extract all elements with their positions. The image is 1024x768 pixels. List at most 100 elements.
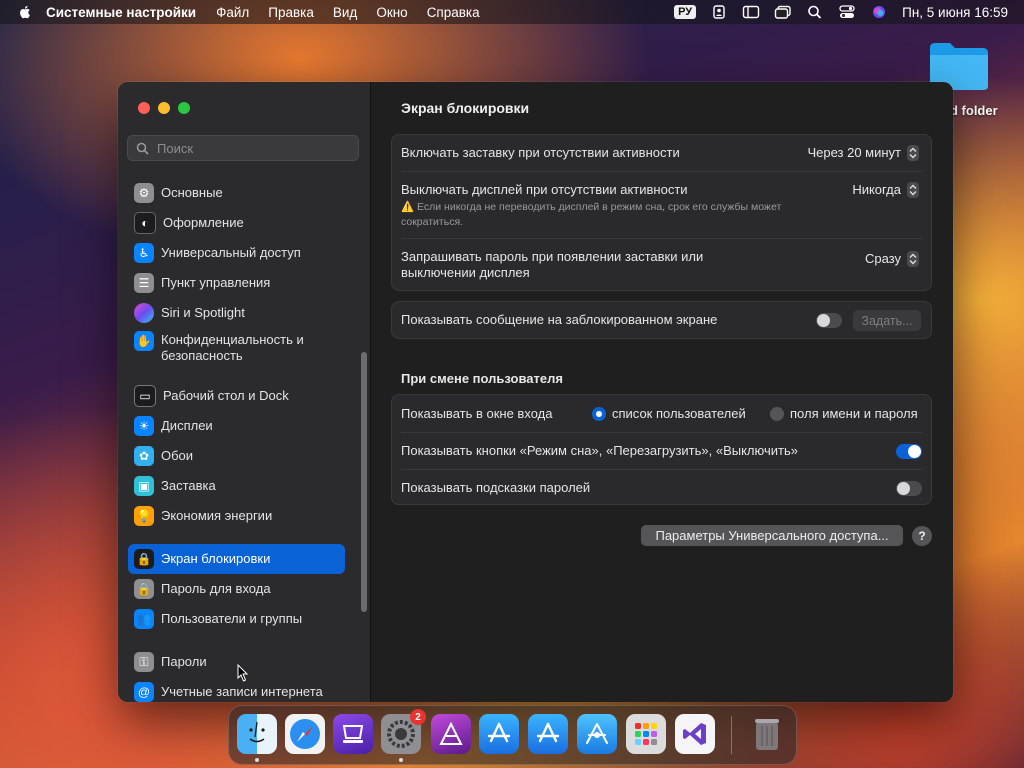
menu-app-name[interactable]: Системные настройки (46, 5, 196, 20)
sidebar-item-users-groups[interactable]: 👥 Пользователи и группы (128, 604, 345, 634)
dock-icon: ▭ (134, 385, 156, 407)
sidebar-item-label: Экран блокировки (161, 551, 271, 566)
sidebar-item-label: Оформление (163, 215, 244, 230)
screensaver-row: Включать заставку при отсутствии активно… (392, 135, 931, 171)
appstore-icon[interactable] (479, 714, 519, 754)
set-message-button[interactable]: Задать... (853, 310, 921, 331)
sidebar-item-label: Основные (161, 185, 223, 200)
sidebar-item-label: Конфиденциальность и безопасность (161, 332, 304, 363)
apple-menu-icon[interactable] (16, 3, 34, 21)
hand-icon: ✋ (134, 331, 154, 351)
sidebar-item-privacy[interactable]: ✋ Конфиденциальность и безопасность (128, 328, 345, 368)
password-hints-toggle[interactable] (896, 481, 922, 496)
password-row: Запрашивать пароль при появлении заставк… (392, 239, 931, 291)
toggle-knob (897, 482, 910, 495)
sidebar-item-label: Обои (161, 448, 194, 463)
settings-icon[interactable]: 2 (381, 709, 426, 754)
wallpaper-icon: ✿ (134, 446, 154, 466)
gear-icon: ⚙ (134, 183, 154, 203)
key-icon: ⚿ (134, 652, 154, 672)
sidebar-item-appearance[interactable]: ◐ Оформление (128, 208, 345, 238)
siri-icon[interactable] (870, 5, 888, 19)
zoom-button[interactable] (178, 102, 190, 114)
sidebar-item-label: Пункт управления (161, 275, 271, 290)
menu-edit[interactable]: Правка (268, 5, 314, 20)
sidebar-item-lock-screen[interactable]: 🔒 Экран блокировки (128, 544, 345, 574)
display-off-warning: ⚠️ Если никогда не переводить дисплей в … (401, 201, 782, 228)
minimize-button[interactable] (158, 102, 170, 114)
sidebar-item-label: Заставка (161, 478, 216, 493)
radio-name-password[interactable]: поля имени и пароля (770, 395, 918, 432)
page-title: Экран блокировки (401, 100, 530, 116)
sidebar-item-wallpaper[interactable]: ✿ Обои (128, 441, 345, 471)
appstore-alt-icon[interactable] (528, 714, 568, 754)
sidebar-toggle-icon[interactable] (742, 5, 760, 19)
sidebar-item-login-password[interactable]: 🔒 Пароль для входа (128, 574, 345, 604)
menubar-clock[interactable]: Пн, 5 июня 16:59 (902, 5, 1008, 20)
sidebar-item-energy[interactable]: 💡 Экономия энергии (128, 501, 345, 531)
sidebar-search[interactable] (127, 135, 359, 161)
dock-separator (731, 716, 732, 754)
menu-window[interactable]: Окно (376, 5, 407, 20)
testflight-icon[interactable] (577, 714, 617, 754)
windows-icon[interactable] (774, 5, 792, 19)
control-center-icon[interactable] (838, 5, 856, 19)
close-button[interactable] (138, 102, 150, 114)
password-hints-row: Показывать подсказки паролей (392, 470, 931, 505)
message-toggle[interactable] (816, 313, 842, 328)
sun-icon: ☀ (134, 416, 154, 436)
login-window-row: Показывать в окне входа список пользоват… (392, 395, 931, 432)
sidebar-item-general[interactable]: ⚙ Основные (128, 178, 345, 208)
sidebar-item-displays[interactable]: ☀ Дисплеи (128, 411, 345, 441)
search-icon (136, 142, 149, 155)
sidebar-item-desktop-dock[interactable]: ▭ Рабочий стол и Dock (128, 381, 345, 411)
window-controls (138, 102, 190, 114)
help-button[interactable]: ? (912, 526, 932, 546)
trash-icon[interactable] (747, 714, 787, 754)
screensaver-popup[interactable]: Через 20 минут (807, 145, 919, 161)
sidebar-item-label: Пароли (161, 654, 207, 669)
display-off-row: Выключать дисплей при отсутствии активно… (392, 172, 931, 238)
search-input[interactable] (155, 139, 349, 157)
spotlight-search-icon[interactable] (806, 5, 824, 19)
radio-name-password-label: поля имени и пароля (790, 406, 918, 421)
sidebar-scrollbar[interactable] (361, 352, 367, 612)
visual-studio-icon[interactable] (675, 714, 715, 754)
main-pane: Экран блокировки Включать заставку при о… (371, 82, 953, 702)
switch-user-group: Показывать в окне входа список пользоват… (391, 394, 932, 505)
screensaver-icon: ▣ (134, 476, 154, 496)
sidebar-item-label: Учетные записи интернета (161, 684, 323, 699)
radio-button (770, 406, 784, 421)
password-value: Сразу (864, 251, 901, 266)
accessibility-options-button[interactable]: Параметры Универсального доступа... (641, 525, 903, 546)
input-source-badge[interactable]: РУ (674, 5, 697, 19)
sidebar-item-siri[interactable]: Siri и Spotlight (128, 298, 345, 328)
affinity-icon[interactable] (431, 714, 471, 754)
launchpad-icon[interactable] (626, 714, 666, 754)
display-off-popup[interactable]: Никогда (852, 182, 919, 198)
menu-file[interactable]: Файл (216, 5, 249, 20)
sidebar-item-screensaver[interactable]: ▣ Заставка (128, 471, 345, 501)
configurator-icon[interactable] (333, 714, 373, 754)
users-icon: 👥 (134, 609, 154, 629)
desktop-folder-label[interactable]: d folder (950, 103, 998, 118)
sidebar-item-accessibility[interactable]: ♿ Универсальный доступ (128, 238, 345, 268)
menu-view[interactable]: Вид (333, 5, 357, 20)
finder-icon[interactable] (237, 714, 277, 754)
mouse-cursor-icon (237, 664, 249, 682)
safari-icon[interactable] (285, 714, 325, 754)
password-popup[interactable]: Сразу (865, 251, 919, 267)
radio-user-list[interactable]: список пользователей (592, 395, 746, 432)
sidebar: ⚙ Основные ◐ Оформление ♿ Универсальный … (118, 82, 371, 702)
message-group: Показывать сообщение на заблокированном … (391, 301, 932, 339)
power-buttons-toggle[interactable] (896, 444, 922, 459)
display-off-value: Никогда (852, 182, 901, 197)
lock-icon: 🔒 (134, 579, 154, 599)
sidebar-item-control-center[interactable]: ☰ Пункт управления (128, 268, 345, 298)
sidebar-item-label: Экономия энергии (161, 508, 273, 523)
menu-help[interactable]: Справка (427, 5, 480, 20)
radio-button-selected (592, 406, 606, 421)
lock-icon: 🔒 (134, 549, 154, 569)
user-card-icon[interactable] (710, 5, 728, 19)
screensaver-value: Через 20 минут (807, 145, 901, 160)
